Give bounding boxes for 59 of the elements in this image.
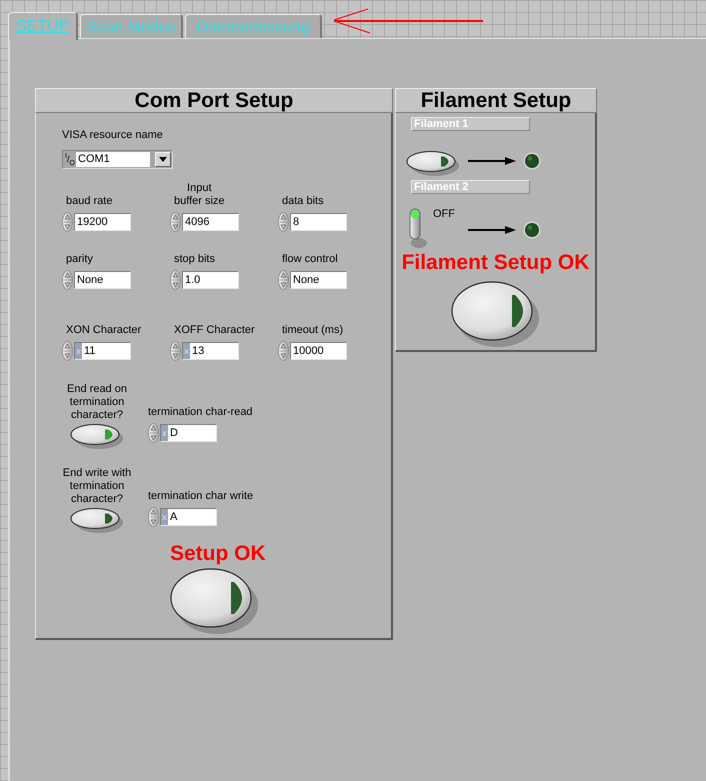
field-label: VISA resource name [62, 129, 163, 142]
resource-field[interactable]: COM1 [76, 152, 150, 167]
spin-buttons[interactable] [278, 341, 289, 361]
spin-buttons[interactable] [278, 270, 289, 290]
field-label: termination char-read [148, 406, 253, 419]
io-glyph: $^{I}$/$_{O}$ [64, 155, 76, 164]
resource-dropdown[interactable]: $^{I}$/$_{O}$ COM1 [62, 150, 173, 169]
option-label: End write with termination character? [62, 467, 132, 506]
numeric-field[interactable]: 1.0 [182, 271, 239, 289]
spin-buttons[interactable] [170, 270, 181, 290]
field-label: parity [66, 253, 93, 266]
spin-buttons[interactable] [148, 423, 159, 443]
option-label: End read on termination character? [67, 383, 127, 422]
section-label: Filament 1 [411, 117, 530, 131]
setup-ok-label: Filament Setup OK [400, 251, 590, 274]
spin-buttons[interactable] [62, 270, 73, 290]
numeric-field[interactable]: x A [160, 508, 217, 526]
spin-buttons[interactable] [148, 507, 159, 527]
numeric-field[interactable]: None [290, 271, 347, 289]
numeric-field[interactable]: x D [160, 424, 217, 442]
spin-buttons[interactable] [62, 341, 73, 361]
numeric-field[interactable]: None [74, 271, 131, 289]
right-arrow-icon [468, 157, 516, 165]
numeric-field[interactable]: x 13 [182, 342, 239, 360]
push-button[interactable] [170, 568, 260, 636]
radix-indicator: x [183, 343, 190, 359]
push-button[interactable] [406, 151, 460, 177]
section-label: Filament 2 [411, 180, 530, 194]
push-button[interactable] [70, 508, 124, 534]
numeric-field[interactable]: 10000 [290, 342, 347, 360]
numeric-field[interactable]: 4096 [182, 213, 239, 231]
field-label: termination char write [148, 490, 254, 503]
field-label: Input buffer size [174, 182, 225, 208]
numeric-field[interactable]: x 11 [74, 342, 131, 360]
radix-indicator: x [161, 425, 168, 441]
panel-title: Filament Setup [395, 88, 597, 113]
radix-indicator: x [75, 343, 82, 359]
dropdown-button[interactable] [155, 152, 171, 167]
push-button[interactable] [450, 281, 540, 349]
field-label: XOFF Character [174, 324, 255, 337]
field-label: stop bits [174, 253, 215, 266]
field-label: baud rate [66, 195, 112, 208]
radix-indicator: x [161, 509, 168, 525]
spin-buttons[interactable] [278, 212, 289, 232]
field-label: XON Character [66, 324, 142, 337]
panel-title: Com Port Setup [35, 88, 393, 113]
spin-buttons[interactable] [170, 341, 181, 361]
field-label: timeout (ms) [282, 324, 344, 337]
caret-icon [159, 157, 167, 162]
switch-state-label: OFF [433, 208, 455, 221]
spin-buttons[interactable] [170, 212, 181, 232]
field-label: data bits [282, 195, 324, 208]
numeric-field[interactable]: 19200 [74, 213, 131, 231]
numeric-field[interactable]: 8 [290, 213, 347, 231]
right-arrow-icon [468, 226, 516, 234]
push-button[interactable] [70, 424, 124, 450]
spin-buttons[interactable] [62, 212, 73, 232]
setup-ok-label: Setup OK [170, 542, 266, 565]
field-label: flow control [282, 253, 338, 266]
